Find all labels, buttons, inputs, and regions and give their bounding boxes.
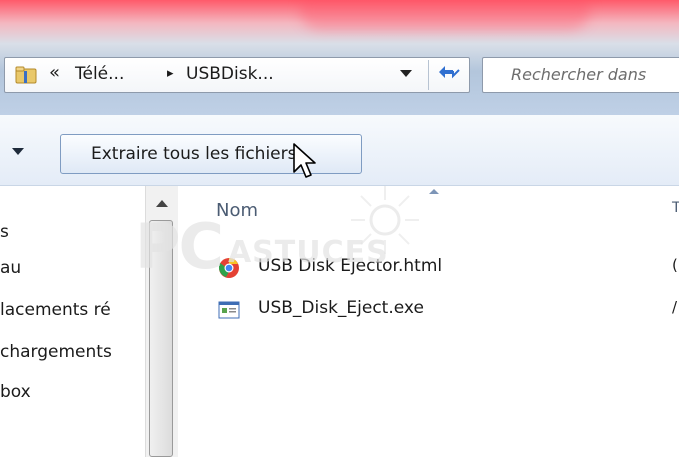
nav-scrollbar[interactable]	[145, 186, 178, 457]
nav-item-bureau[interactable]: au	[0, 258, 145, 278]
nav-item-dropbox[interactable]: box	[0, 382, 145, 402]
column-header-name[interactable]: Nom	[216, 200, 258, 221]
address-dropdown-icon[interactable]	[400, 70, 412, 77]
breadcrumb-overflow[interactable]: «	[49, 62, 60, 83]
explorer-window: « Télé... ▸ USBDisk... Rechercher dans E…	[0, 0, 679, 457]
refresh-button[interactable]	[428, 60, 468, 90]
file-type-cell: (	[672, 256, 678, 274]
file-name: USB_Disk_Eject.exe	[258, 298, 424, 318]
file-list: Nom T USB Disk Ejector.html USB_Disk_Eje…	[178, 186, 679, 457]
search-input[interactable]: Rechercher dans	[511, 65, 646, 84]
address-bar[interactable]: « Télé... ▸ USBDisk...	[4, 57, 470, 93]
nav-item-favoris[interactable]: s	[0, 222, 145, 242]
chrome-html-icon	[218, 258, 239, 278]
organize-dropdown-icon[interactable]	[12, 148, 24, 155]
column-header-type[interactable]: T	[672, 200, 679, 216]
file-type-cell: /	[672, 298, 678, 316]
nav-item-emplacements-recents[interactable]: lacements ré	[0, 300, 145, 320]
scrollbar-thumb[interactable]	[149, 220, 173, 457]
search-box[interactable]: Rechercher dans	[482, 57, 679, 93]
scroll-up-icon[interactable]	[156, 200, 168, 207]
folder-zip-icon	[15, 66, 37, 84]
refresh-icon	[438, 66, 460, 79]
exe-app-icon	[218, 301, 240, 319]
breadcrumb-usbdisk[interactable]: USBDisk...	[186, 64, 274, 84]
nav-item-telechargements[interactable]: chargements	[0, 342, 145, 362]
breadcrumb-telechargements[interactable]: Télé...	[75, 64, 124, 84]
breadcrumb-separator-icon[interactable]: ▸	[167, 66, 174, 81]
mouse-cursor-icon	[293, 143, 316, 178]
sort-ascending-icon	[429, 189, 439, 194]
watermark-sun-icon	[351, 186, 419, 254]
